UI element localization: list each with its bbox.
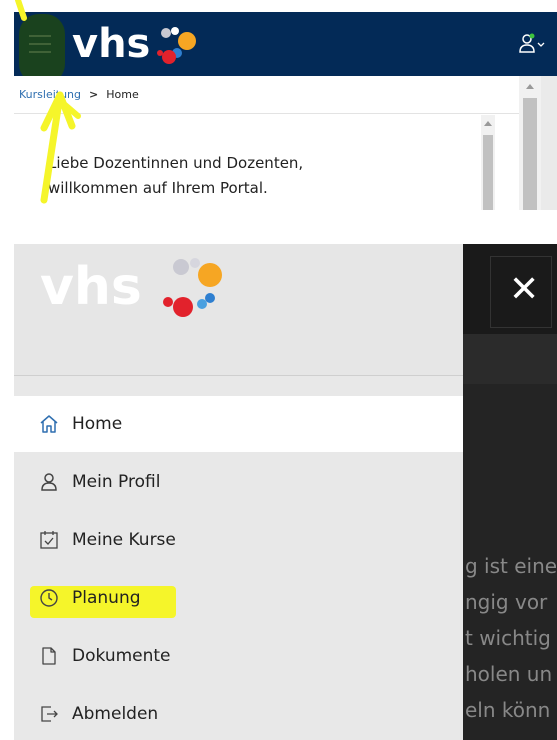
annotation-arrow bbox=[15, 0, 81, 204]
calendar-check-icon bbox=[38, 529, 60, 551]
nav-label: Mein Profil bbox=[72, 472, 161, 492]
nav-item-profil[interactable]: Mein Profil bbox=[14, 454, 463, 510]
home-icon bbox=[38, 413, 60, 435]
svg-text:vhs: vhs bbox=[40, 257, 142, 317]
vhs-logo[interactable]: vhs bbox=[40, 252, 230, 326]
document-icon bbox=[38, 645, 60, 667]
nav-label: Home bbox=[72, 414, 123, 434]
nav-item-abmelden[interactable]: Abmelden bbox=[14, 686, 463, 740]
bottom-screenshot: ✕ g ist eine ngig vor t wichtig holen un… bbox=[14, 244, 557, 740]
nav-item-dokumente[interactable]: Dokumente bbox=[14, 628, 463, 684]
top-screenshot: vhs Kursleitung > Home Liebe Dozentinnen u… bbox=[14, 0, 557, 210]
background-text: holen un bbox=[465, 662, 553, 686]
close-icon[interactable]: ✕ bbox=[509, 272, 539, 308]
clock-icon bbox=[38, 587, 60, 609]
nav-label: Abmelden bbox=[72, 704, 159, 724]
nav-label: Planung bbox=[72, 588, 141, 608]
background-text: eln könn bbox=[465, 698, 551, 722]
page-overlay[interactable] bbox=[463, 334, 557, 384]
nav-label: Meine Kurse bbox=[72, 530, 176, 550]
nav-drawer: vhs Home Mein Profil Meine Kurse Planung… bbox=[14, 244, 463, 740]
user-icon bbox=[38, 471, 60, 493]
nav-item-home[interactable]: Home bbox=[14, 396, 463, 452]
nav-item-kurse[interactable]: Meine Kurse bbox=[14, 512, 463, 568]
background-text: t wichtig bbox=[465, 626, 551, 650]
logout-icon bbox=[38, 703, 60, 725]
nav-item-planung[interactable]: Planung bbox=[14, 570, 463, 626]
nav-label: Dokumente bbox=[72, 646, 171, 666]
background-text: ngig vor bbox=[465, 590, 548, 614]
drawer-header: vhs bbox=[14, 244, 463, 376]
background-text: g ist eine bbox=[465, 554, 557, 578]
